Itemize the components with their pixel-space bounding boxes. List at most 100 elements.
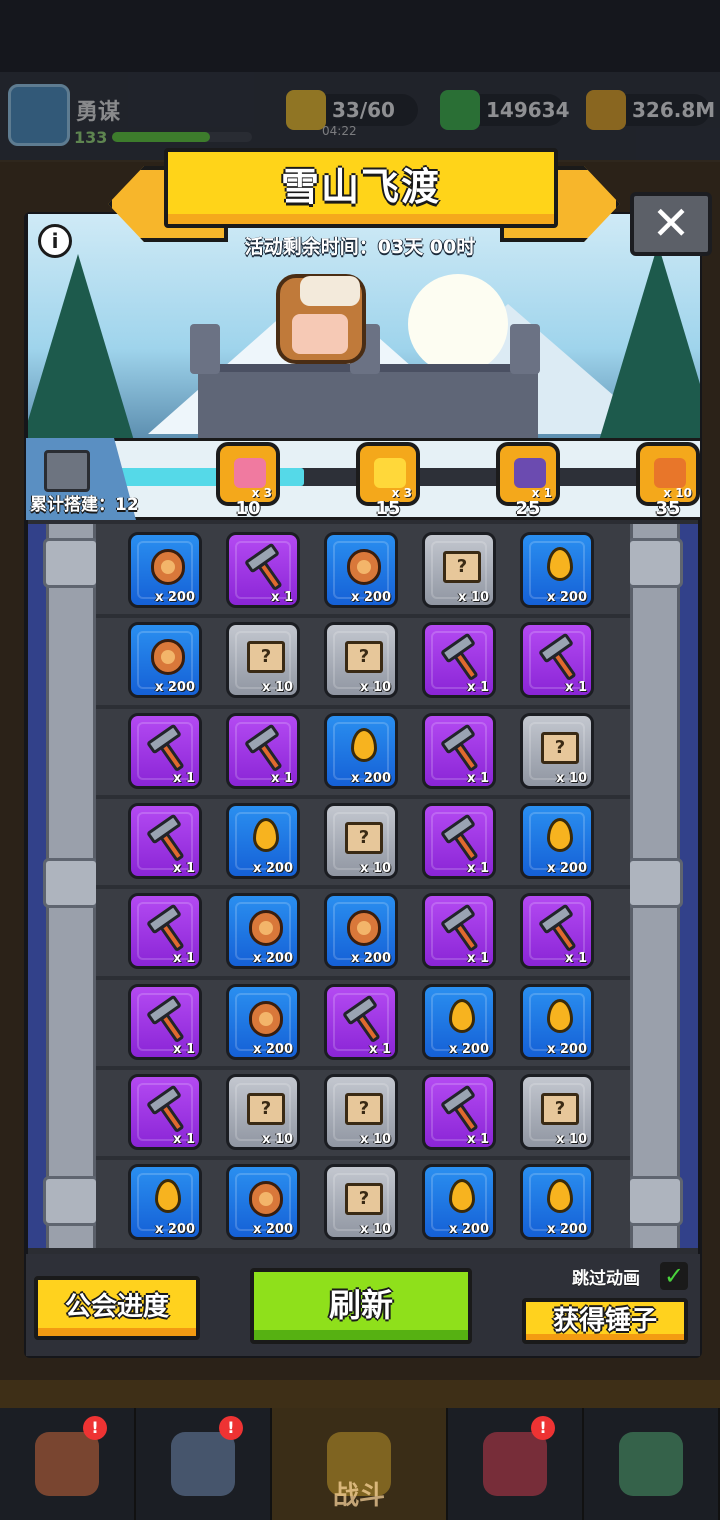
- grid-tile[interactable]: x 200: [324, 532, 398, 608]
- grid-tile[interactable]: x 1: [324, 984, 398, 1060]
- grid-tile[interactable]: x 1: [128, 984, 202, 1060]
- grid-tile[interactable]: x 1: [520, 893, 594, 969]
- grid-tile[interactable]: x 200: [520, 532, 594, 608]
- grid-tile[interactable]: x 1: [520, 622, 594, 698]
- energy-value: 33/60: [332, 98, 395, 122]
- grid-tile[interactable]: x 1: [422, 622, 496, 698]
- notification-badge: !: [82, 1416, 107, 1440]
- nav-tab-guild[interactable]: !: [448, 1408, 585, 1520]
- grid-tile[interactable]: ? x 10: [324, 803, 398, 879]
- stone-pillar-right: [627, 524, 683, 1248]
- mystery-map-icon: ?: [247, 641, 285, 673]
- grid-tile[interactable]: ? x 10: [520, 1074, 594, 1150]
- tile-quantity: x 200: [546, 1042, 587, 1057]
- grid-tile[interactable]: ? x 10: [324, 1074, 398, 1150]
- lion-coin-icon: [151, 639, 185, 675]
- grid-tile[interactable]: x 200: [128, 622, 202, 698]
- nav-tab-hero[interactable]: !: [136, 1408, 272, 1520]
- tile-quantity: x 200: [546, 590, 587, 605]
- event-title: 雪山飞渡: [280, 165, 441, 209]
- grid-tile[interactable]: x 200: [226, 984, 300, 1060]
- tile-quantity: x 200: [448, 1222, 489, 1237]
- tile-quantity: x 200: [448, 1042, 489, 1057]
- gem-counter[interactable]: 149634: [440, 90, 570, 130]
- mystery-map-icon: ?: [443, 551, 481, 583]
- info-button[interactable]: i: [38, 224, 72, 258]
- row-divider: [96, 614, 630, 618]
- grid-tile[interactable]: x 1: [128, 803, 202, 879]
- oil-drop-icon: [547, 1179, 573, 1213]
- nav-tab-lab[interactable]: [584, 1408, 720, 1520]
- grid-tile[interactable]: ? x 10: [324, 622, 398, 698]
- guild-progress-button[interactable]: 公会进度: [34, 1276, 200, 1340]
- lion-coin-icon: [249, 1181, 283, 1217]
- grid-tile[interactable]: ? x 10: [226, 1074, 300, 1150]
- tile-quantity: x 200: [154, 680, 195, 695]
- grid-tile[interactable]: x 1: [128, 713, 202, 789]
- nav-tab-shop[interactable]: !: [0, 1408, 136, 1520]
- shield-icon: [170, 1432, 235, 1496]
- grid-tile[interactable]: x 200: [422, 1164, 496, 1240]
- grid-tile[interactable]: x 200: [520, 1164, 594, 1240]
- grid-tile[interactable]: x 200: [128, 1164, 202, 1240]
- ticket-icon: [654, 458, 686, 488]
- build-count-label: 累计搭建：12: [30, 495, 139, 515]
- grid-tile[interactable]: x 1: [422, 713, 496, 789]
- grid-tile[interactable]: x 200: [422, 984, 496, 1060]
- milestone-threshold: 25: [515, 498, 541, 519]
- mystery-map-icon: ?: [541, 732, 579, 764]
- gem-value: 149634: [486, 98, 570, 122]
- tile-quantity: x 10: [359, 680, 391, 695]
- get-hammer-button[interactable]: 获得锤子: [522, 1298, 688, 1344]
- player-avatar[interactable]: [8, 84, 70, 146]
- refresh-button[interactable]: 刷新: [250, 1268, 472, 1344]
- row-divider: [96, 795, 630, 799]
- mystery-map-icon: ?: [345, 641, 383, 673]
- tile-quantity: x 1: [369, 1042, 391, 1057]
- grid-tile[interactable]: x 1: [226, 713, 300, 789]
- tile-quantity: x 1: [467, 861, 489, 876]
- gold-counter[interactable]: 326.8M: [586, 90, 715, 130]
- gold-value: 326.8M: [632, 98, 716, 122]
- grid-tile[interactable]: ? x 10: [520, 713, 594, 789]
- grid-tile[interactable]: x 1: [422, 1074, 496, 1150]
- milestone-reward[interactable]: x 3: [356, 442, 420, 506]
- grid-tile[interactable]: x 1: [226, 532, 300, 608]
- grid-tile[interactable]: x 200: [226, 803, 300, 879]
- close-button[interactable]: ✕: [630, 192, 712, 256]
- tile-quantity: x 200: [252, 1222, 293, 1237]
- gem-icon: [440, 90, 480, 130]
- grid-tile[interactable]: x 200: [520, 984, 594, 1060]
- tile-quantity: x 200: [252, 1042, 293, 1057]
- grid-tile[interactable]: x 200: [520, 803, 594, 879]
- energy-counter[interactable]: 33/60: [286, 90, 418, 130]
- milestone-reward[interactable]: x 1: [496, 442, 560, 506]
- mystery-map-icon: ?: [247, 1093, 285, 1125]
- milestone-reward[interactable]: x 3: [216, 442, 280, 506]
- grid-tile[interactable]: ? x 10: [226, 622, 300, 698]
- grid-tile[interactable]: x 200: [226, 893, 300, 969]
- grid-tile[interactable]: x 1: [422, 893, 496, 969]
- skip-animation-checkbox[interactable]: ✓: [660, 1262, 688, 1290]
- pine-tree-icon: [598, 244, 700, 438]
- milestone-reward[interactable]: x 10: [636, 442, 700, 506]
- row-divider: [96, 1156, 630, 1160]
- grid-tile[interactable]: x 200: [226, 1164, 300, 1240]
- grid-tile[interactable]: x 1: [128, 1074, 202, 1150]
- mystery-map-icon: ?: [345, 1093, 383, 1125]
- tile-quantity: x 10: [555, 771, 587, 786]
- row-divider: [96, 1066, 630, 1070]
- tile-quantity: x 10: [359, 1132, 391, 1147]
- grid-tile[interactable]: x 200: [324, 713, 398, 789]
- grid-tile[interactable]: ? x 10: [422, 532, 496, 608]
- oil-drop-icon: [547, 818, 573, 852]
- nav-tab-battle[interactable]: 战斗: [271, 1408, 449, 1520]
- grid-tile[interactable]: x 1: [422, 803, 496, 879]
- grid-tile[interactable]: x 200: [324, 893, 398, 969]
- milestone-threshold: 15: [375, 498, 401, 519]
- grid-tile[interactable]: x 200: [128, 532, 202, 608]
- tile-quantity: x 1: [467, 951, 489, 966]
- grid-tile[interactable]: ? x 10: [324, 1164, 398, 1240]
- oil-drop-icon: [449, 1179, 475, 1213]
- grid-tile[interactable]: x 1: [128, 893, 202, 969]
